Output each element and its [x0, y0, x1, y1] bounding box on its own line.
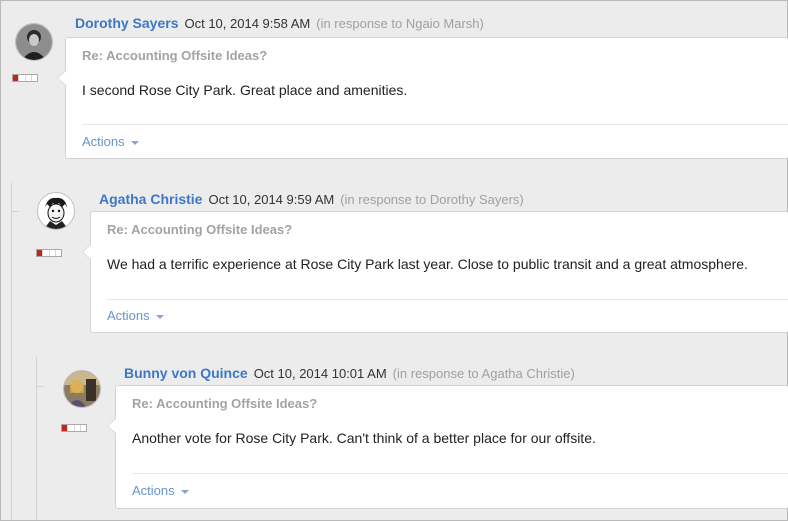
- card-divider: [132, 473, 788, 474]
- photo-avatar-icon: [64, 371, 100, 407]
- actions-menu[interactable]: Actions: [82, 134, 139, 149]
- thread-line: [36, 357, 37, 520]
- actions-label: Actions: [107, 308, 150, 323]
- caret-down-icon: [155, 314, 164, 319]
- caret-down-icon: [130, 140, 139, 145]
- reply-card: Re: Accounting Offsite Ideas? Another vo…: [107, 385, 788, 509]
- reply-body: We had a terrific experience at Rose Cit…: [107, 256, 748, 272]
- portrait-icon: [16, 24, 52, 60]
- in-response-to[interactable]: (in response to Agatha Christie): [393, 366, 575, 381]
- actions-menu[interactable]: Actions: [107, 308, 164, 323]
- post-date: Oct 10, 2014 9:58 AM: [184, 16, 311, 31]
- avatar[interactable]: [15, 23, 53, 61]
- status-meter: [36, 249, 62, 257]
- in-response-to[interactable]: (in response to Dorothy Sayers): [340, 192, 524, 207]
- reply-card: Re: Accounting Offsite Ideas? I second R…: [57, 37, 788, 159]
- reply-body: I second Rose City Park. Great place and…: [82, 82, 408, 98]
- status-meter: [12, 74, 38, 82]
- actions-label: Actions: [132, 483, 175, 498]
- reply-card: Re: Accounting Offsite Ideas? We had a t…: [82, 211, 788, 333]
- avatar[interactable]: [63, 370, 101, 408]
- actions-menu[interactable]: Actions: [132, 483, 189, 498]
- thread-connector: [36, 386, 44, 387]
- post-date: Oct 10, 2014 10:01 AM: [253, 366, 387, 381]
- reply-subject: Re: Accounting Offsite Ideas?: [82, 48, 268, 63]
- reply-subject: Re: Accounting Offsite Ideas?: [132, 396, 318, 411]
- thread-connector: [11, 211, 19, 212]
- caricature-icon: [38, 193, 74, 229]
- thread-line: [11, 183, 12, 520]
- author-link[interactable]: Dorothy Sayers: [75, 15, 178, 31]
- post-date: Oct 10, 2014 9:59 AM: [208, 192, 335, 207]
- card-divider: [107, 299, 788, 300]
- author-link[interactable]: Agatha Christie: [99, 191, 202, 207]
- discussion-thread: Dorothy Sayers Oct 10, 2014 9:58 AM (in re…: [0, 0, 788, 521]
- status-meter: [61, 424, 87, 432]
- actions-label: Actions: [82, 134, 125, 149]
- reply-subject: Re: Accounting Offsite Ideas?: [107, 222, 293, 237]
- author-link[interactable]: Bunny von Quince: [124, 365, 248, 381]
- reply-body: Another vote for Rose City Park. Can't t…: [132, 430, 596, 446]
- card-divider: [82, 124, 788, 125]
- in-response-to[interactable]: (in response to Ngaio Marsh): [316, 16, 484, 31]
- caret-down-icon: [180, 489, 189, 494]
- avatar[interactable]: [37, 192, 75, 230]
